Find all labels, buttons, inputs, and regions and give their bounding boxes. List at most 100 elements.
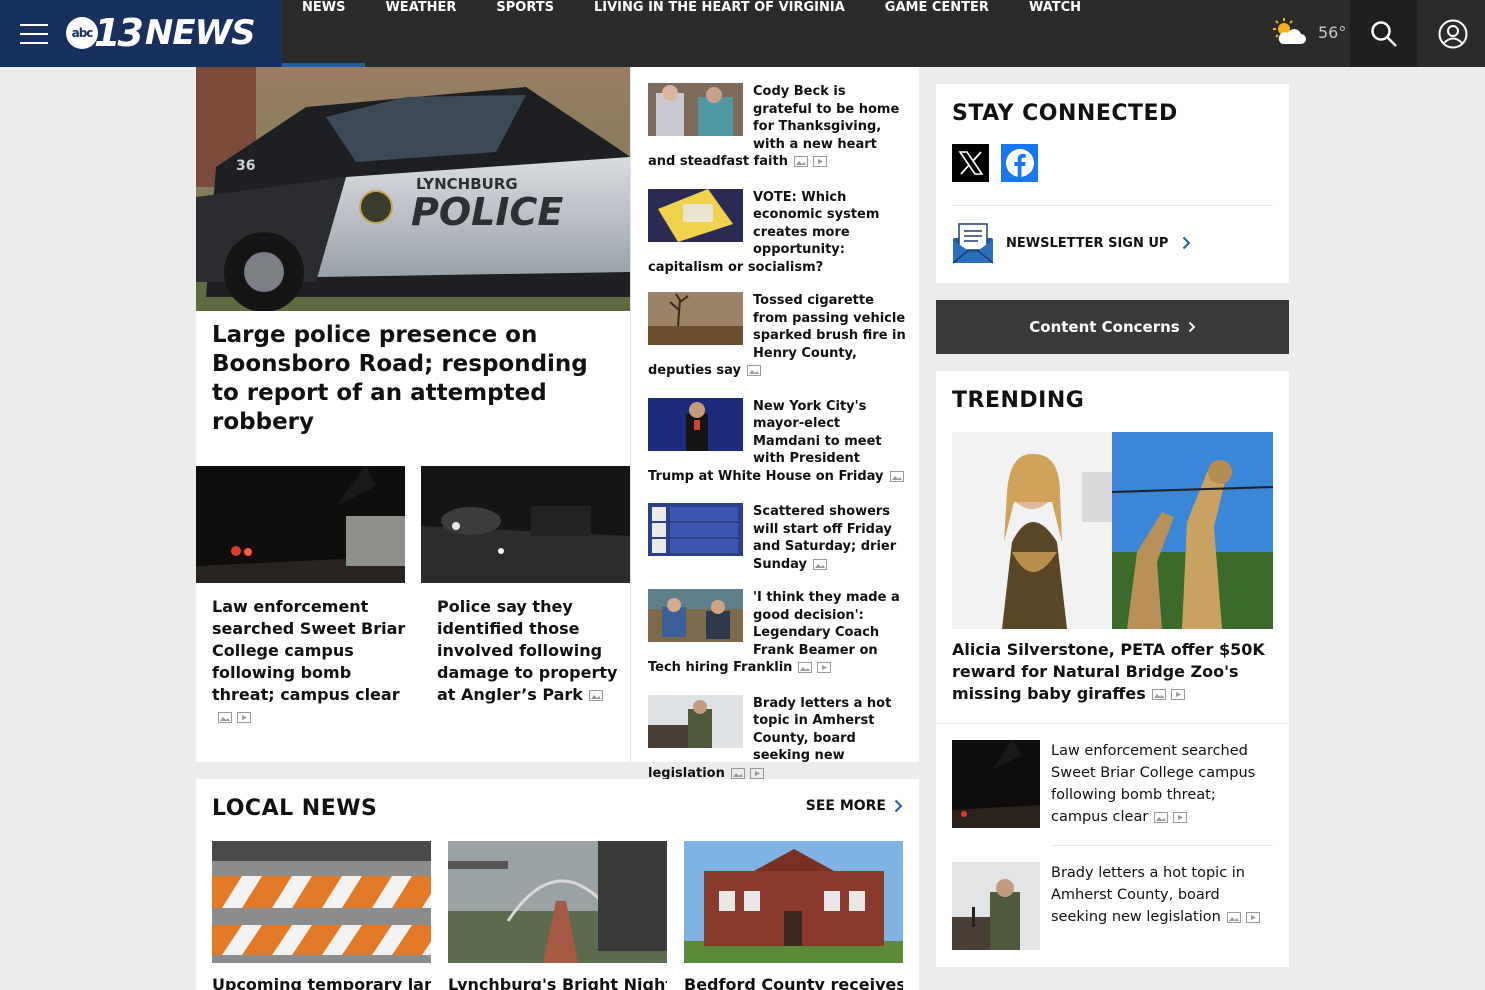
list-item-image[interactable] [684, 841, 903, 963]
divider [936, 723, 1289, 724]
list-item[interactable]: Tossed cigarette from passing vehicle sp… [648, 292, 906, 380]
trending-hero-image[interactable] [952, 432, 1273, 629]
see-more-label: SEE MORE [805, 798, 886, 814]
list-item-image[interactable] [648, 83, 743, 136]
section-heading: TRENDING [952, 388, 1085, 413]
video-icon [237, 712, 251, 723]
list-item-image[interactable] [648, 503, 743, 556]
trending-item-headline: Brady letters a hot topic in Amherst Cou… [1051, 862, 1273, 928]
video-icon [749, 767, 764, 779]
list-item-image[interactable] [648, 292, 743, 345]
gallery-icon [889, 470, 904, 482]
see-more-link[interactable]: SEE MORE [806, 798, 903, 814]
nav-living[interactable]: LIVING IN THE HEART OF VIRGINIA [574, 0, 865, 67]
x-social-button[interactable] [952, 144, 989, 182]
nav-weather[interactable]: WEATHER [365, 0, 476, 67]
lead-story-headline[interactable]: Large police presence on Boonsboro Road;… [212, 321, 612, 437]
media-icons [1154, 811, 1188, 823]
list-item[interactable]: Cody Beck is grateful to be home for Tha… [648, 83, 906, 171]
section-heading: LOCAL NEWS [212, 796, 378, 821]
trending-item-image[interactable] [952, 740, 1040, 828]
media-icons [793, 156, 827, 167]
list-item[interactable]: New York City's mayor-elect Mamdani to m… [648, 397, 906, 486]
media-icons [747, 365, 762, 376]
account-button[interactable] [1420, 0, 1485, 67]
menu-icon[interactable] [20, 24, 48, 44]
sub-story-title-text: Law enforcement searched Sweet Briar Col… [212, 597, 406, 704]
lead-stories-card: LYNCHBURG POLICE 36 Large police presenc… [196, 67, 919, 781]
list-item-image[interactable] [648, 188, 743, 242]
user-icon [1438, 19, 1467, 48]
list-item[interactable]: Brady letters a hot topic in Amherst Cou… [648, 694, 906, 783]
temperature: 56° [1318, 22, 1347, 42]
list-item-headline: Lynchburg's Bright Nights [448, 975, 667, 990]
list-item-headline: Bedford County receives [684, 975, 903, 990]
trending-item-title-text: Law enforcement searched Sweet Briar Col… [1051, 743, 1256, 825]
list-item-image[interactable] [448, 841, 667, 963]
sub-story-image[interactable] [421, 466, 630, 583]
chevron-right-icon [894, 799, 903, 813]
gallery-icon [747, 365, 762, 376]
search-icon [1370, 20, 1397, 47]
sub-story[interactable]: Police say they identified those involve… [421, 466, 630, 706]
logo-number: 13 [94, 11, 144, 55]
list-item[interactable]: 'I think they made a good decision': Leg… [648, 589, 906, 677]
list-item[interactable]: Lynchburg's Bright Nights [448, 841, 667, 990]
lead-story-image[interactable]: LYNCHBURG POLICE 36 [196, 67, 630, 311]
media-icons [889, 470, 904, 482]
gallery-icon [1154, 811, 1169, 823]
trending-item-headline: Law enforcement searched Sweet Briar Col… [1051, 740, 1273, 828]
media-icons [1151, 689, 1185, 700]
gallery-icon [730, 767, 745, 779]
media-icons [730, 767, 764, 779]
side-story-list: Cody Beck is grateful to be home for Tha… [648, 83, 906, 782]
gallery-icon [1226, 911, 1241, 923]
content-concerns-label: Content Concerns [1029, 318, 1180, 336]
list-item-image[interactable] [212, 841, 431, 963]
stay-connected-card: STAY CONNECTED NEWSLETTER SIGN UP [936, 84, 1289, 283]
partly-cloudy-sun-icon [1273, 18, 1306, 44]
facebook-social-button[interactable] [1001, 144, 1038, 182]
gallery-icon [588, 690, 603, 701]
gallery-icon [798, 662, 813, 673]
list-item-image[interactable] [648, 589, 743, 642]
video-icon [817, 662, 832, 673]
chevron-right-icon [1188, 321, 1196, 333]
sub-story-image[interactable] [196, 466, 405, 583]
top-navigation-bar: abc 13 NEWS NEWS WEATHER SPORTS LIVING I… [0, 0, 1485, 67]
list-item[interactable]: Bedford County receives [684, 841, 903, 990]
nav-sports[interactable]: SPORTS [476, 0, 574, 67]
envelope-icon [952, 223, 994, 264]
nav-game-center[interactable]: GAME CENTER [865, 0, 1009, 67]
car-text-police: POLICE [411, 190, 563, 234]
list-item-image[interactable] [648, 694, 743, 748]
media-icons [1226, 911, 1260, 923]
sub-story[interactable]: Law enforcement searched Sweet Briar Col… [196, 466, 405, 728]
site-logo[interactable]: abc 13 NEWS [66, 10, 256, 56]
newsletter-signup-link[interactable]: NEWSLETTER SIGN UP [952, 205, 1273, 264]
search-button[interactable] [1350, 0, 1417, 67]
gallery-icon [1151, 689, 1166, 700]
trending-hero-title-text[interactable]: Alicia Silverstone, PETA offer $50K rewa… [952, 640, 1265, 703]
sub-story-headline: Law enforcement searched Sweet Briar Col… [212, 596, 412, 728]
weather-widget[interactable]: 56° [1272, 18, 1346, 46]
list-item[interactable]: Scattered showers will start off Friday … [648, 503, 906, 573]
list-item[interactable]: Upcoming temporary lane [212, 841, 431, 990]
main-nav: NEWS WEATHER SPORTS LIVING IN THE HEART … [282, 0, 1101, 67]
media-icons [588, 690, 603, 701]
media-icons [798, 662, 832, 673]
trending-item-image[interactable] [952, 862, 1040, 950]
trending-section: TRENDING Alicia Silverstone, PETA offer … [936, 371, 1289, 967]
local-news-section: LOCAL NEWS SEE MORE Upcoming temporary l… [196, 779, 919, 990]
video-icon [1245, 911, 1260, 923]
gallery-icon [218, 712, 232, 723]
nav-watch[interactable]: WATCH [1009, 0, 1101, 67]
brand-area: abc 13 NEWS [0, 0, 282, 67]
list-item-image[interactable] [648, 397, 743, 451]
newsletter-label: NEWSLETTER SIGN UP [1006, 235, 1169, 251]
content-concerns-button[interactable]: Content Concerns [936, 300, 1289, 354]
nav-news[interactable]: NEWS [282, 0, 365, 67]
list-item[interactable]: VOTE: Which economic system creates more… [648, 188, 906, 277]
x-icon [957, 151, 984, 175]
gallery-icon [793, 156, 808, 167]
